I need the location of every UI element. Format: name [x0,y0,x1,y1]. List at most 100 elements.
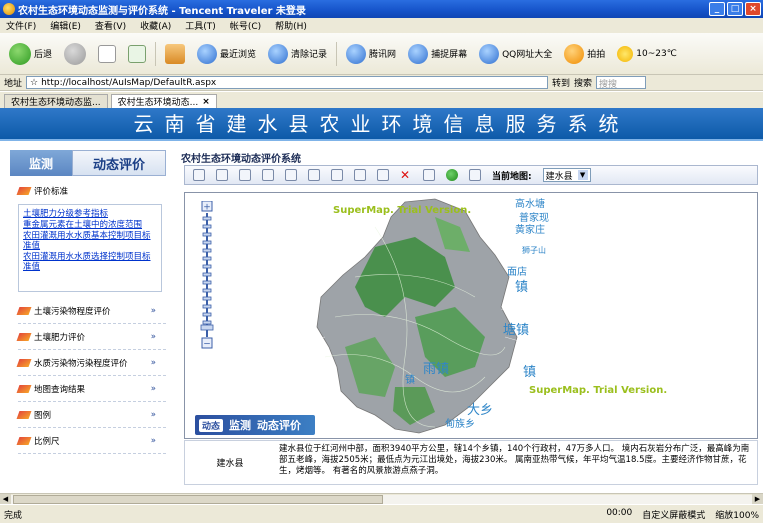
section-water-pollution[interactable]: 水质污染物污染程度评价» [16,350,166,376]
tab-monitor[interactable]: 监测 [10,150,72,176]
tencent-button[interactable]: 腾讯网 [343,39,399,69]
scroll-right-icon[interactable]: ▶ [752,494,763,504]
search-input[interactable]: 搜搜 [596,76,647,90]
status-text: 完成 [4,510,23,521]
go-button[interactable]: 转到 [552,76,570,89]
monitor-eval-logo: 动态 监测 动态评价 [195,415,315,435]
layer-icon[interactable] [446,169,458,181]
site-banner: 云南省建水县农业环境信息服务系统 [0,108,763,141]
link-soil-fertility[interactable]: 土壤肥力分级参考指标 [23,209,157,219]
clear-history-button[interactable]: 清除记录 [265,39,330,69]
back-arrow-icon [9,42,31,65]
watermark-bottom: SuperMap. Trial Version. [529,385,668,396]
horizontal-scrollbar[interactable]: ◀ ▶ [0,493,763,504]
address-input[interactable]: ☆ http://localhost/AuIsMap/DefaultR.aspx [26,76,549,89]
address-bar: 地址 ☆ http://localhost/AuIsMap/DefaultR.a… [0,75,763,91]
qq-sites-button[interactable]: QQ网址大全 [476,39,555,69]
stop-button[interactable] [95,39,119,69]
measure-icon[interactable] [423,169,435,181]
menu-favorites[interactable]: 收藏(A) [140,19,171,32]
tencent-icon [346,43,367,64]
link-irrigation-basic[interactable]: 农田灌溉用水水质基本控制项目标准值 [23,231,157,251]
home-button[interactable] [162,39,188,69]
tab-2[interactable]: 农村生态环境动态... × [110,94,217,108]
tab-dynamic-eval[interactable]: 动态评价 [72,150,166,176]
zoom-slider[interactable]: + − [199,201,215,349]
scroll-thumb[interactable] [13,494,383,504]
screenshot-icon [408,43,429,64]
chevron-down-icon: » [150,409,156,420]
left-panel-header: 监测 动态评价 [10,150,166,176]
current-map-label: 当前地图: [492,171,532,182]
close-window-button[interactable]: × [745,2,761,16]
paipai-button[interactable]: 拍拍 [561,39,608,69]
main-content: 农村生态环境动态评价系统 ✕ 当前地图: 建水县 ▼ + − SuperMap.… [181,150,758,490]
section-eval-standard[interactable]: 评价标准 [10,184,166,198]
page-icon: ☆ [30,77,39,88]
full-extent-icon[interactable] [193,169,205,181]
maximize-button[interactable]: □ [727,2,743,16]
pencil-icon [16,332,32,341]
sun-icon [617,45,634,62]
refresh-button[interactable] [125,39,149,69]
zoom-out-icon[interactable] [262,169,274,181]
map-view[interactable]: + − SuperMap. Trial Version. SuperMap. T… [184,192,758,439]
map-toolbar: ✕ 当前地图: 建水县 ▼ [184,165,758,185]
search-label: 搜索 [574,79,593,89]
qq-search-icon [479,43,500,64]
forward-button[interactable] [61,39,89,69]
pan-icon[interactable] [216,169,228,181]
minimize-button[interactable]: _ [709,2,725,16]
weather-widget[interactable]: 10~23℃ [614,39,680,69]
status-bar: 完成 00:00 自定义屏蔽模式 缩放100% [0,505,763,523]
clear-selection-icon[interactable]: ✕ [400,169,412,181]
block-mode[interactable]: 自定义屏蔽模式 [642,508,705,521]
menu-account[interactable]: 帐号(C) [230,19,261,32]
stop-icon [98,44,117,63]
standard-links: 土壤肥力分级参考指标 重金属元素在土壤中的浓度范围 农田灌溉用水水质基本控制项目… [18,204,162,292]
section-soil-fertility[interactable]: 土壤肥力评价» [16,324,166,350]
section-legend[interactable]: 图例» [16,402,166,428]
forward-arrow-icon [64,42,87,65]
section-map-query[interactable]: 地图查询结果» [16,376,166,402]
current-map-select[interactable]: 建水县 ▼ [542,168,591,182]
select-rect-icon[interactable] [331,169,343,181]
back-button[interactable]: 后退 [6,39,55,69]
map-label: 镇 [515,280,529,295]
scroll-left-icon[interactable]: ◀ [0,494,11,504]
map-label: 塘镇 [503,323,530,338]
refresh-icon [128,44,147,63]
section-soil-pollution[interactable]: 土壤污染物程度评价» [16,298,166,324]
menu-bar: 文件(F) 编辑(E) 查看(V) 收藏(A) 工具(T) 帐号(C) 帮助(H… [0,18,763,33]
map-label: 甸族乡 [445,419,475,430]
select-polygon-icon[interactable] [377,169,389,181]
menu-file[interactable]: 文件(F) [6,19,36,32]
menu-tools[interactable]: 工具(T) [185,19,216,32]
zoom-level[interactable]: 缩放100% [715,508,759,521]
capture-screen-button[interactable]: 捕捉屏幕 [405,39,470,69]
paipai-icon [564,43,585,64]
select-line-icon[interactable] [308,169,320,181]
map-label: 狮子山 [522,246,546,255]
zoom-in-icon[interactable] [239,169,251,181]
home-icon [165,43,186,64]
select-point-icon[interactable] [285,169,297,181]
pencil-icon [16,410,32,419]
section-scale[interactable]: 比例尺» [16,428,166,454]
menu-edit[interactable]: 编辑(E) [50,19,81,32]
select-circle-icon[interactable] [354,169,366,181]
close-tab-icon[interactable]: × [202,97,210,107]
refresh-map-icon[interactable] [469,169,481,181]
map-label: 镇 [405,375,415,386]
link-irrigation-select[interactable]: 农田灌溉用水水质选择控制项目标准值 [23,252,157,272]
tab-1[interactable]: 农村生态环境动态监... [4,94,108,108]
recent-button[interactable]: 最近浏览 [194,39,259,69]
menu-view[interactable]: 查看(V) [95,19,126,32]
status-time: 00:00 [606,507,633,518]
map-label: 黄家庄 [515,225,545,236]
pencil-icon [16,358,32,367]
link-heavy-metal[interactable]: 重金属元素在土壤中的浓度范围 [23,220,157,230]
menu-help[interactable]: 帮助(H) [275,19,307,32]
svg-text:+: + [203,203,211,213]
window-controls: _ □ × [709,2,761,16]
